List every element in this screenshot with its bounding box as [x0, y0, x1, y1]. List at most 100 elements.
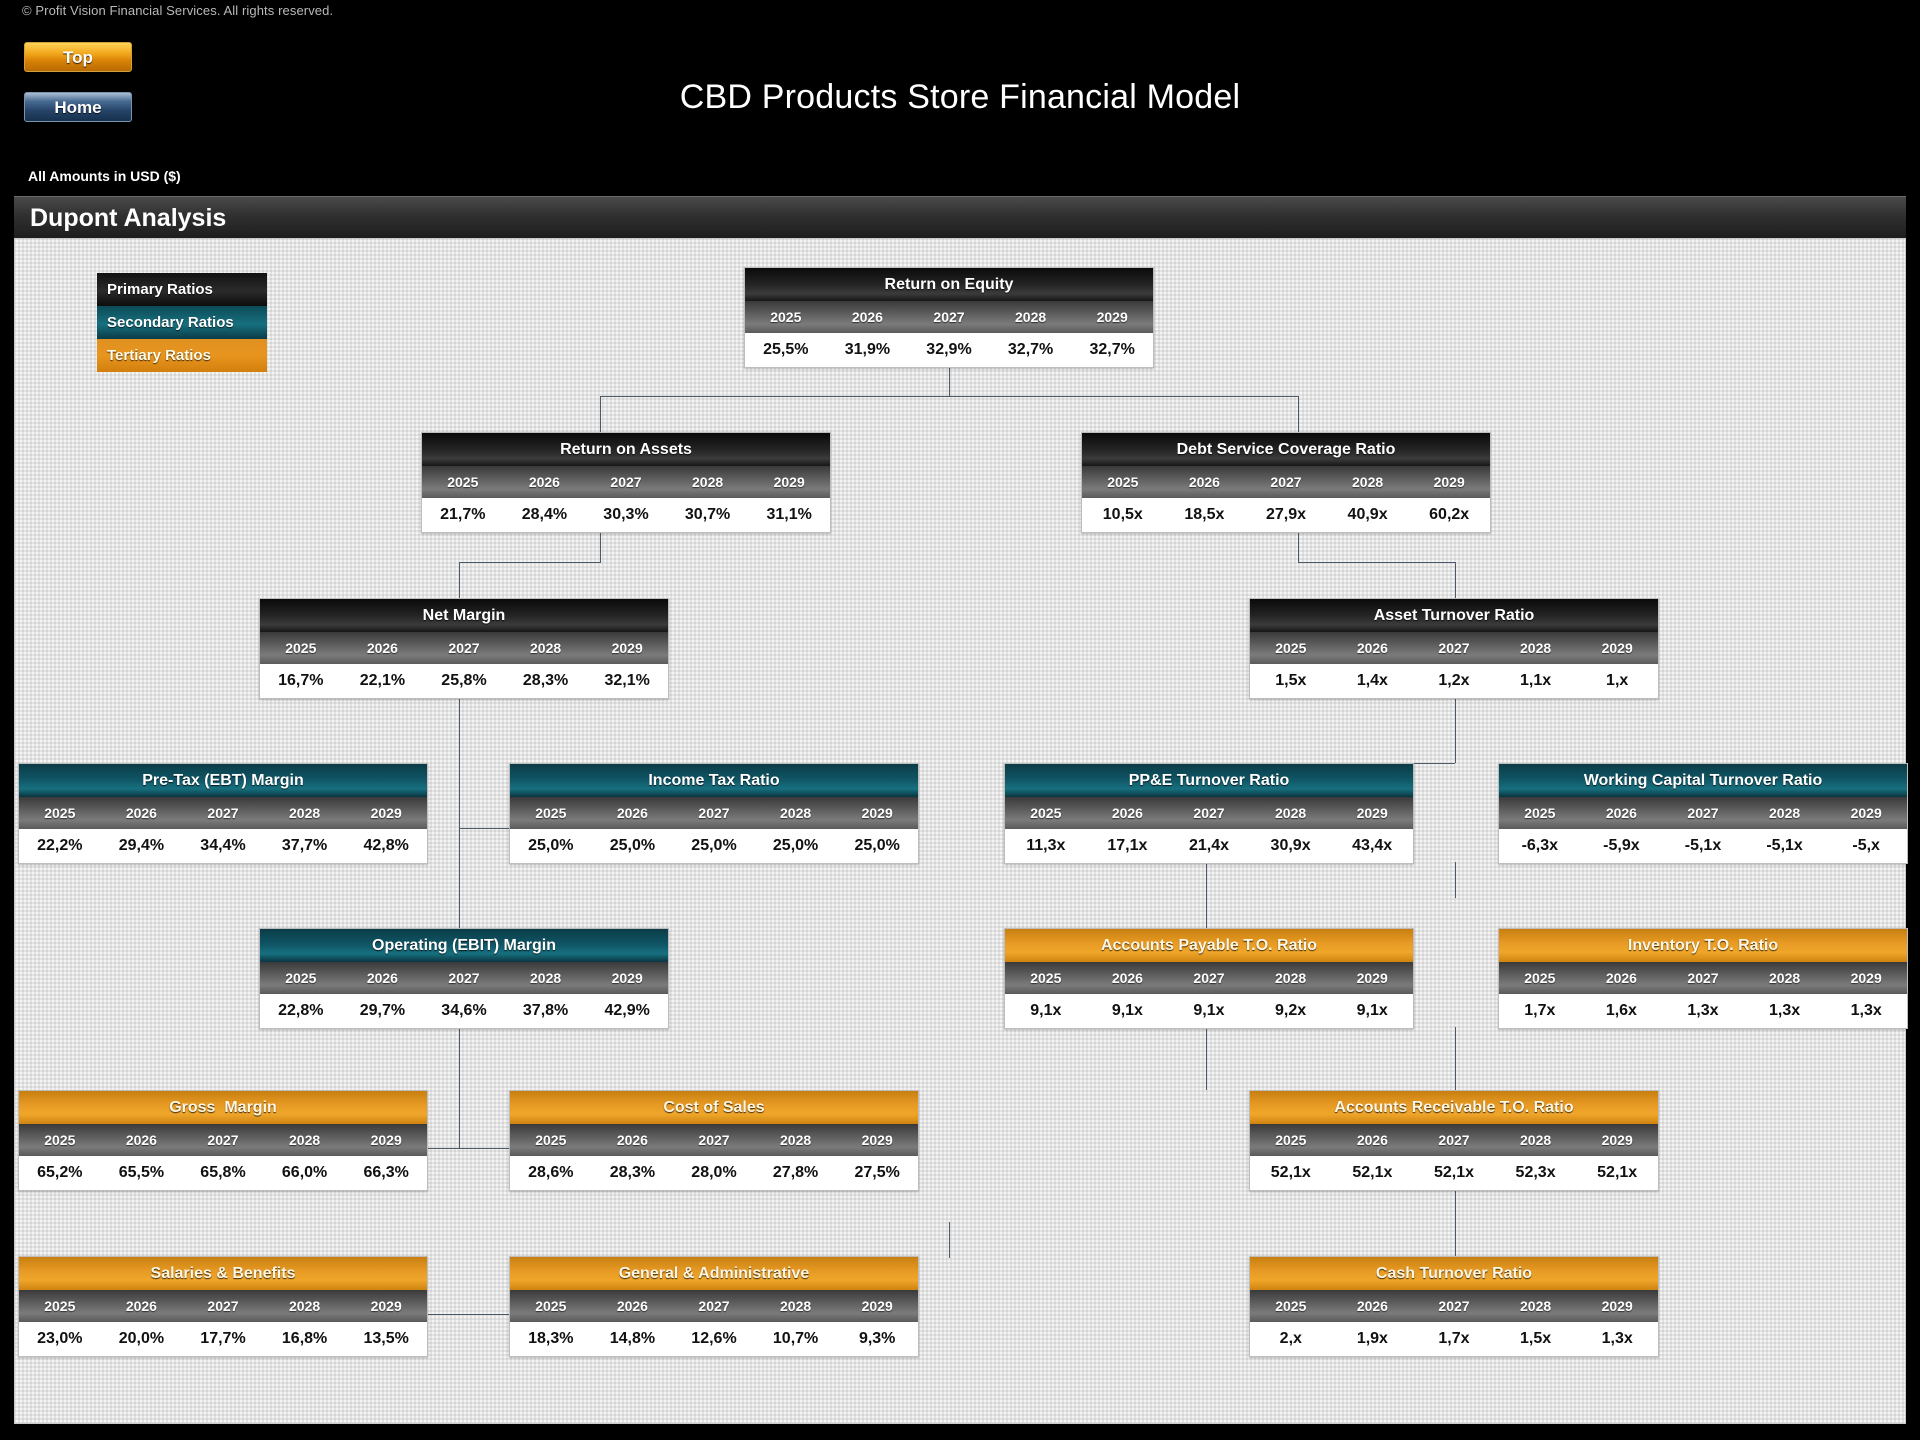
ratio-value-cell: 17,7% — [200, 1330, 246, 1347]
year-header-cell: 2025 — [1524, 805, 1556, 821]
ratio-box-value-row: 16,7% 22,1% 25,8% 28,3% 32,1% — [260, 664, 668, 698]
ratio-value-cell: 17,1x — [1107, 837, 1148, 854]
year-header-cell: 2026 — [1356, 640, 1388, 656]
year-header-cell: 2026 — [1188, 474, 1220, 490]
dupont-panel: Primary Ratios Secondary Ratios Tertiary… — [14, 238, 1908, 1424]
ratio-box-title: Operating (EBIT) Margin — [260, 929, 668, 962]
ratio-value-cell: 1,3x — [1601, 1330, 1633, 1347]
ratio-box: Working Capital Turnover Ratio 2025 2026 20… — [1498, 763, 1908, 864]
connector-line — [600, 396, 601, 432]
year-header-cell: 2027 — [1687, 805, 1719, 821]
year-header-cell: 2029 — [1356, 970, 1388, 986]
ratio-box-title: Inventory T.O. Ratio — [1499, 929, 1907, 962]
year-header-cell: 2026 — [851, 309, 883, 325]
connector-line — [600, 531, 601, 562]
ratio-box-year-row: 2025 2026 2027 2028 2029 — [1005, 797, 1413, 829]
ratio-box-title: Gross Margin — [19, 1091, 427, 1124]
ratio-box-value-row: 18,3% 14,8% 12,6% 10,7% 9,3% — [510, 1322, 918, 1356]
year-header-cell: 2028 — [1275, 970, 1307, 986]
connector-line — [949, 1222, 950, 1258]
year-header-cell: 2029 — [370, 1132, 402, 1148]
ratio-box-value-row: 65,2% 65,5% 65,8% 66,0% 66,3% — [19, 1156, 427, 1190]
ratio-box-title: Income Tax Ratio — [510, 764, 918, 797]
year-header-cell: 2026 — [1605, 805, 1637, 821]
ratio-box-title: Salaries & Benefits — [19, 1257, 427, 1290]
ratio-box-year-row: 2025 2026 2027 2028 2029 — [260, 962, 668, 994]
year-header-cell: 2028 — [692, 474, 724, 490]
year-header-cell: 2029 — [773, 474, 805, 490]
ratio-box-year-row: 2025 2026 2027 2028 2029 — [1499, 797, 1907, 829]
ratio-value-cell: 32,1% — [604, 672, 650, 689]
ratio-box-year-row: 2025 2026 2027 2028 2029 — [260, 632, 668, 664]
ratio-value-cell: 22,1% — [359, 672, 406, 689]
year-header-cell: 2026 — [1605, 970, 1637, 986]
year-header-cell: 2028 — [289, 1298, 321, 1314]
ratio-value-cell: 30,3% — [603, 506, 649, 523]
ratio-value-cell: 10,5x — [1102, 506, 1143, 523]
ratio-value-cell: -5,x — [1852, 837, 1880, 854]
year-header-cell: 2025 — [1030, 970, 1062, 986]
ratio-value-cell: 66,0% — [281, 1164, 328, 1181]
year-header-cell: 2026 — [616, 805, 648, 821]
ratio-box-value-row: 11,3x 17,1x 21,4x 30,9x 43,4x — [1005, 829, 1413, 863]
ratio-value-cell: 31,1% — [766, 506, 812, 523]
year-header-cell: 2028 — [289, 1132, 321, 1148]
ratio-value-cell: 1,9x — [1356, 1330, 1388, 1347]
ratio-box: Asset Turnover Ratio 2025 2026 2027 2028 2029… — [1249, 598, 1659, 699]
year-header-cell: 2029 — [370, 1298, 402, 1314]
year-header-cell: 2028 — [1520, 1298, 1552, 1314]
year-header-cell: 2028 — [1275, 805, 1307, 821]
year-header-cell: 2026 — [366, 970, 398, 986]
year-header-cell: 2027 — [698, 1132, 730, 1148]
ratio-value-cell: 65,5% — [118, 1164, 165, 1181]
ratio-value-cell: -5,1x — [1684, 837, 1722, 854]
year-header-cell: 2026 — [1356, 1298, 1388, 1314]
ratio-value-cell: 25,0% — [609, 837, 656, 854]
ratio-value-cell: 1,6x — [1605, 1002, 1637, 1019]
ratio-value-cell: 32,7% — [1089, 341, 1135, 358]
ratio-value-cell: 42,8% — [363, 837, 409, 854]
year-header-cell: 2028 — [1769, 970, 1801, 986]
ratio-value-cell: 25,0% — [854, 837, 900, 854]
ratio-box-title: Cost of Sales — [510, 1091, 918, 1124]
legend: Primary Ratios Secondary Ratios Tertiary… — [97, 273, 267, 372]
connector-line — [1298, 531, 1299, 562]
ratio-box-value-row: 10,5x 18,5x 27,9x 40,9x 60,2x — [1082, 498, 1490, 532]
ratio-box-value-row: 22,8% 29,7% 34,6% 37,8% 42,9% — [260, 994, 668, 1028]
year-header-cell: 2028 — [1520, 640, 1552, 656]
ratio-value-cell: 1,4x — [1356, 672, 1388, 689]
ratio-box-title: Asset Turnover Ratio — [1250, 599, 1658, 632]
ratio-box-title: General & Administrative — [510, 1257, 918, 1290]
ratio-value-cell: 52,1x — [1597, 1164, 1638, 1181]
year-header-cell: 2029 — [1433, 474, 1465, 490]
year-header-cell: 2027 — [1193, 805, 1225, 821]
ratio-box: Accounts Receivable T.O. Ratio 2025 2026 20… — [1249, 1090, 1659, 1191]
ratio-box-title: Debt Service Coverage Ratio — [1082, 433, 1490, 466]
connector-line — [1455, 1027, 1456, 1090]
ratio-value-cell: 28,3% — [522, 672, 569, 689]
ratio-box: Cash Turnover Ratio 2025 2026 2027 2028 2029 2… — [1249, 1256, 1659, 1357]
ratio-box-value-row: 23,0% 20,0% 17,7% 16,8% 13,5% — [19, 1322, 427, 1356]
ratio-value-cell: 1,3x — [1850, 1002, 1882, 1019]
ratio-value-cell: 32,7% — [1007, 341, 1054, 358]
ratio-box: Accounts Payable T.O. Ratio 2025 2026 2027 2… — [1004, 928, 1414, 1029]
year-header-cell: 2027 — [933, 309, 965, 325]
ratio-box: Salaries & Benefits 2025 2026 2027 2028 2029 2… — [18, 1256, 428, 1357]
ratio-value-cell: 1,5x — [1275, 672, 1307, 689]
year-header-cell: 2029 — [1601, 1132, 1633, 1148]
ratio-value-cell: 37,8% — [522, 1002, 569, 1019]
year-header-cell: 2025 — [447, 474, 479, 490]
ratio-value-cell: 1,5x — [1520, 1330, 1552, 1347]
ratio-box-title: Working Capital Turnover Ratio — [1499, 764, 1907, 797]
legend-item-tertiary: Tertiary Ratios — [97, 339, 267, 372]
year-header-cell: 2025 — [44, 1298, 76, 1314]
year-header-cell: 2025 — [1275, 1132, 1307, 1148]
top-button[interactable]: Top — [24, 42, 132, 72]
ratio-box-value-row: 28,6% 28,3% 28,0% 27,8% 27,5% — [510, 1156, 918, 1190]
connector-line — [459, 697, 460, 828]
ratio-value-cell: 27,8% — [772, 1164, 819, 1181]
year-header-cell: 2026 — [125, 805, 157, 821]
year-header-cell: 2027 — [698, 805, 730, 821]
ratio-box-value-row: 25,5% 31,9% 32,9% 32,7% 32,7% — [745, 333, 1153, 367]
amounts-note: All Amounts in USD ($) — [28, 168, 181, 184]
